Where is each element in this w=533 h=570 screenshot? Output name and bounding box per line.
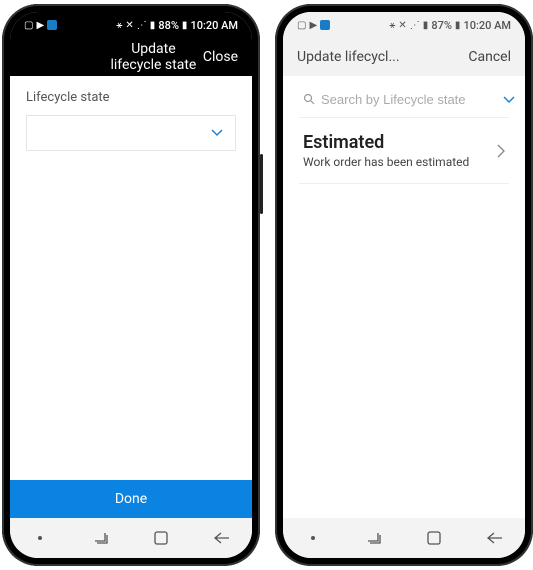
android-nav-bar (10, 518, 252, 558)
mute-icon: ✕ (125, 20, 133, 31)
app-indicator-icon (47, 20, 57, 30)
android-nav-bar (283, 518, 525, 558)
field-label: Lifecycle state (26, 90, 236, 105)
close-button[interactable]: Close (203, 49, 238, 65)
home-button[interactable] (141, 523, 181, 553)
bluetooth-icon: ⚹ (389, 20, 395, 31)
play-icon: ▶ (36, 20, 44, 31)
clock: 10:20 AM (190, 19, 238, 32)
back-button[interactable] (202, 523, 242, 553)
image-icon: ▢ (24, 20, 33, 31)
clock: 10:20 AM (463, 19, 511, 32)
cancel-button[interactable]: Cancel (468, 49, 511, 65)
app-bar: Update lifecycle state Close (10, 38, 252, 76)
form-content: Lifecycle state (10, 76, 252, 480)
battery-percent: 87% (431, 19, 452, 32)
chevron-down-icon[interactable] (503, 96, 515, 104)
battery-percent: 88% (158, 19, 179, 32)
chevron-right-icon (497, 144, 505, 158)
wifi-icon: ⋰ (137, 20, 147, 31)
home-button[interactable] (414, 523, 454, 553)
search-row[interactable] (299, 82, 509, 118)
recents-button[interactable] (354, 523, 394, 553)
phone-side-button (260, 154, 263, 214)
recents-button[interactable] (81, 523, 121, 553)
back-button[interactable] (475, 523, 515, 553)
nav-indicator (293, 523, 333, 553)
done-label: Done (115, 491, 147, 507)
picker-title: Update lifecycl... (297, 49, 400, 65)
bluetooth-icon: ⚹ (116, 20, 122, 31)
signal-icon: ▮ (423, 20, 429, 31)
nav-indicator (20, 523, 60, 553)
done-button[interactable]: Done (10, 480, 252, 518)
search-icon (303, 90, 315, 109)
phone-left: ▢ ▶ ⚹ ✕ ⋰ ▮ 88% ▮ 10:20 AM Update lifecy… (2, 4, 260, 566)
page-title: Update lifecycle state (64, 41, 203, 73)
picker-app-bar: Update lifecycl... Cancel (283, 38, 525, 76)
wifi-icon: ⋰ (410, 20, 420, 31)
app-indicator-icon (320, 20, 330, 30)
battery-icon: ▮ (455, 20, 461, 31)
mute-icon: ✕ (398, 20, 406, 31)
option-title: Estimated (303, 132, 469, 153)
chevron-down-icon (211, 129, 223, 137)
lifecycle-state-select[interactable] (26, 115, 236, 151)
search-input[interactable] (321, 92, 497, 107)
phone-right: ▢ ▶ ⚹ ✕ ⋰ ▮ 87% ▮ 10:20 AM Update lifecy… (275, 4, 533, 566)
option-subtitle: Work order has been estimated (303, 155, 469, 169)
status-bar: ▢ ▶ ⚹ ✕ ⋰ ▮ 88% ▮ 10:20 AM (10, 12, 252, 38)
play-icon: ▶ (309, 20, 317, 31)
image-icon: ▢ (297, 20, 306, 31)
battery-icon: ▮ (182, 20, 188, 31)
picker-content: Estimated Work order has been estimated (283, 76, 525, 518)
option-estimated[interactable]: Estimated Work order has been estimated (299, 118, 509, 184)
status-bar: ▢ ▶ ⚹ ✕ ⋰ ▮ 87% ▮ 10:20 AM (283, 12, 525, 38)
signal-icon: ▮ (150, 20, 156, 31)
